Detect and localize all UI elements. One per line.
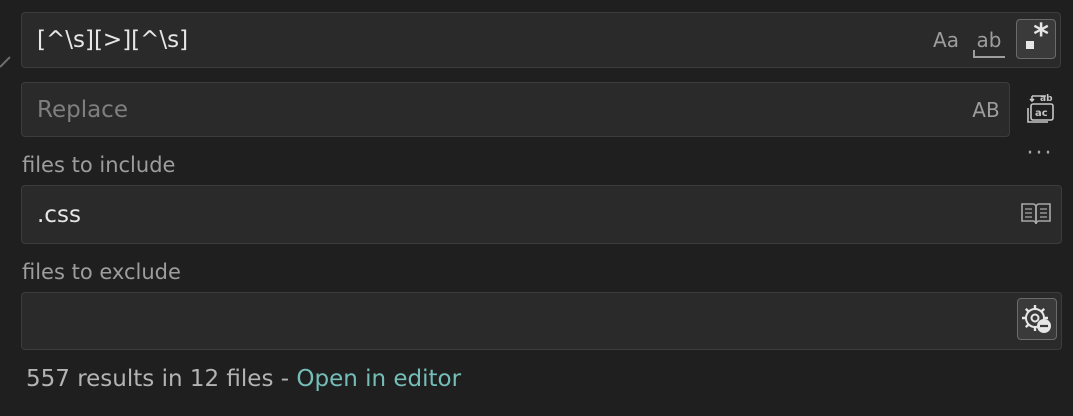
search-input[interactable]: [^\s][>][^\s] Aa ab *	[21, 12, 1061, 68]
search-only-open-editors-button[interactable]	[1019, 198, 1053, 230]
results-count-text: 557 results in 12 files -	[26, 366, 297, 392]
preserve-case-toggle[interactable]: AB	[964, 83, 1008, 136]
files-to-exclude-input[interactable]	[21, 292, 1062, 350]
match-whole-word-icon: ab	[972, 28, 1006, 58]
results-summary: 557 results in 12 files - Open in editor	[26, 366, 461, 392]
open-in-editor-link[interactable]: Open in editor	[296, 366, 461, 392]
gear-exclude-icon	[1022, 305, 1051, 333]
match-case-icon: Aa	[933, 28, 959, 52]
svg-text:ab: ab	[1040, 94, 1053, 104]
ellipsis-icon[interactable]: ···	[1022, 138, 1058, 168]
files-to-include-input[interactable]: .css	[21, 185, 1062, 244]
match-case-toggle[interactable]: Aa	[926, 13, 966, 67]
search-input-value[interactable]: [^\s][>][^\s]	[37, 13, 188, 67]
replace-input[interactable]: Replace AB	[21, 82, 1010, 137]
search-view: [^\s][>][^\s] Aa ab * Replace AB ab ac ·…	[0, 0, 1073, 416]
replace-all-button[interactable]: ab ac	[1022, 90, 1062, 128]
replace-input-placeholder[interactable]: Replace	[37, 83, 128, 136]
files-to-include-label: files to include	[22, 153, 176, 177]
files-to-include-value[interactable]: .css	[37, 186, 81, 243]
preserve-case-icon: AB	[972, 97, 1000, 122]
svg-text:ac: ac	[1035, 108, 1048, 119]
use-exclude-settings-button[interactable]	[1017, 298, 1057, 340]
replace-all-icon: ab ac	[1027, 94, 1054, 123]
book-icon	[1021, 203, 1051, 225]
toggle-replace-indicator[interactable]	[0, 56, 11, 68]
regex-star-icon: *	[1033, 18, 1049, 53]
use-regex-toggle[interactable]: *	[1016, 18, 1056, 59]
files-to-exclude-label: files to exclude	[22, 260, 181, 284]
match-whole-word-toggle[interactable]: ab	[968, 13, 1010, 67]
